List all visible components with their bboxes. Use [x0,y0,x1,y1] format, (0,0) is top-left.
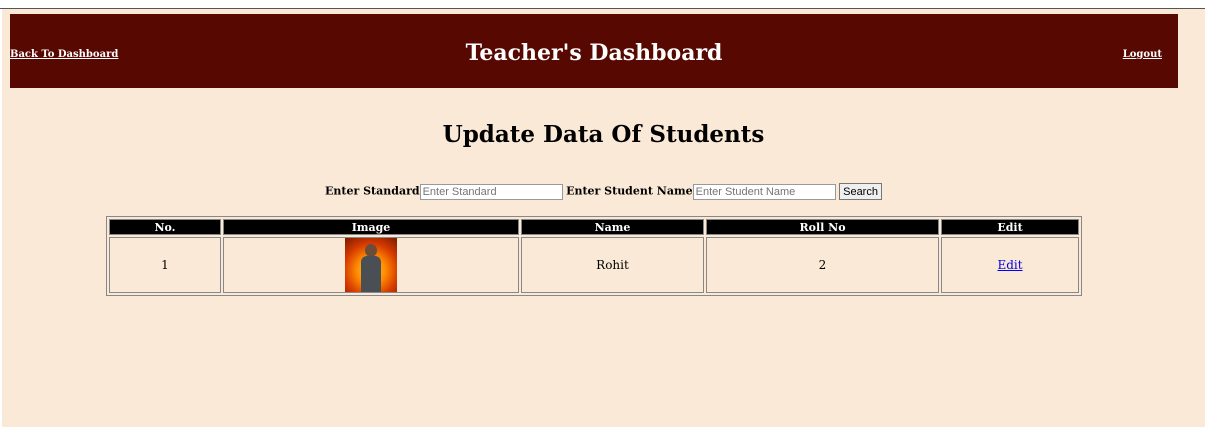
student-name-label: Enter Student Name [566,184,693,198]
edit-link[interactable]: Edit [997,258,1022,272]
standard-input[interactable] [419,183,563,200]
cell-no: 1 [109,237,221,293]
cell-roll-no: 2 [706,237,939,293]
page-body: Back To Dashboard Teacher's Dashboard Lo… [2,9,1205,427]
dashboard-title: Teacher's Dashboard [465,40,723,66]
header-image: Image [223,219,519,235]
search-form: Enter Standard Enter Student Name Search [2,183,1205,200]
header-bar: Back To Dashboard Teacher's Dashboard Lo… [10,14,1178,88]
header-edit: Edit [941,219,1079,235]
cell-name: Rohit [521,237,704,293]
page-title: Update Data Of Students [442,121,765,148]
cell-image [223,237,519,293]
search-button[interactable]: Search [839,183,882,200]
student-name-input[interactable] [692,183,836,200]
table-header-row: No. Image Name Roll No Edit [109,219,1079,235]
header-name: Name [521,219,704,235]
cell-edit: Edit [941,237,1079,293]
header-no: No. [109,219,221,235]
header-roll-no: Roll No [706,219,939,235]
student-photo-icon [345,238,397,292]
table-row: 1 Rohit 2 Edit [109,237,1079,293]
students-table: No. Image Name Roll No Edit 1 Rohit 2 Ed… [106,216,1082,296]
standard-label: Enter Standard [325,184,420,198]
logout-link[interactable]: Logout [1123,49,1162,60]
